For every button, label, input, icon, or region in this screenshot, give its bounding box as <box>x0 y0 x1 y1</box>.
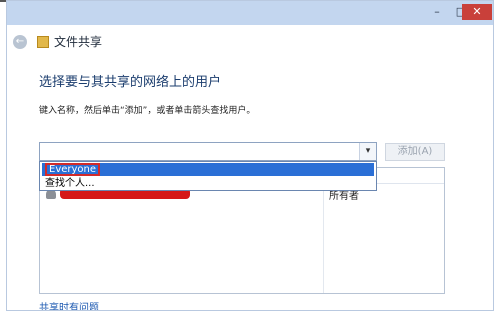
user-dropdown-list: Everyone 查找个人... <box>39 161 377 191</box>
dropdown-item-everyone[interactable]: Everyone <box>42 163 374 176</box>
file-sharing-icon <box>37 36 49 48</box>
add-button[interactable]: 添加(A) <box>385 143 445 161</box>
section-heading: 选择要与其共享的网络上的用户 <box>39 75 222 90</box>
back-arrow-icon[interactable]: ← <box>13 35 27 49</box>
chevron-down-icon[interactable]: ▾ <box>359 143 376 160</box>
title-bar: – □ ✕ <box>7 1 493 25</box>
nav-bar: ← 文件共享 <box>7 25 493 61</box>
page-title: 文件共享 <box>54 35 103 49</box>
file-sharing-window: – □ ✕ ← 文件共享 选择要与其共享的网络上的用户 键入名称，然后单击“添加… <box>6 0 494 311</box>
instruction-text: 键入名称，然后单击“添加”，或者单击箭头查找用户。 <box>39 106 256 116</box>
user-name-combobox[interactable]: ▾ <box>39 142 377 161</box>
close-button[interactable]: ✕ <box>462 4 492 20</box>
dropdown-item-find-people[interactable]: 查找个人... <box>42 177 95 190</box>
main-content: 选择要与其共享的网络上的用户 键入名称，然后单击“添加”，或者单击箭头查找用户。… <box>7 61 493 310</box>
minimize-button[interactable]: – <box>424 4 450 20</box>
dropdown-item-label: Everyone <box>45 163 101 176</box>
help-link[interactable]: 共享时有问题 <box>39 299 99 310</box>
